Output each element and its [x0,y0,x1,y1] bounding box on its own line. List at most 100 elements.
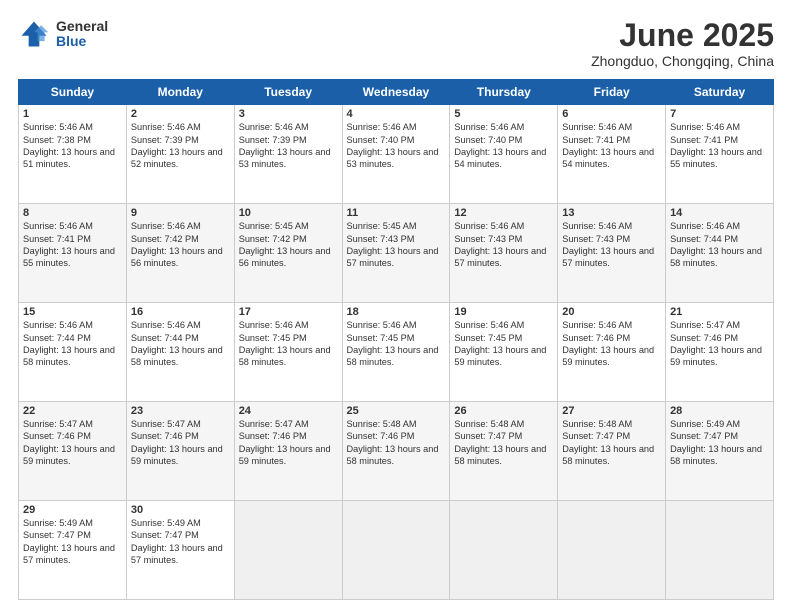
day-number: 20 [562,306,661,318]
day-number: 9 [131,207,230,219]
table-row: 11Sunrise: 5:45 AMSunset: 7:43 PMDayligh… [342,204,450,303]
day-number: 2 [131,108,230,120]
col-sunday: Sunday [19,80,127,105]
location: Zhongduo, Chongqing, China [591,53,774,69]
table-row: 17 Sunrise: 5:46 AMSunset: 7:45 PMDayligh… [234,303,342,402]
table-row: 18 Sunrise: 5:46 AMSunset: 7:45 PMDayligh… [342,303,450,402]
cell-info: Sunrise: 5:46 AMSunset: 7:44 PMDaylight:… [131,320,223,367]
cell-info: Sunrise: 5:48 AMSunset: 7:46 PMDaylight:… [347,419,439,466]
day-number: 29 [23,504,122,516]
table-row: 13 Sunrise: 5:46 AMSunset: 7:43 PMDayligh… [558,204,666,303]
cell-info: Sunrise: 5:46 AMSunset: 7:41 PMDaylight:… [562,122,654,169]
calendar-week-1: 1 Sunrise: 5:46 AMSunset: 7:38 PMDaylight… [19,105,774,204]
day-number: 13 [562,207,661,219]
day-number: 8 [23,207,122,219]
cell-info: Sunrise: 5:46 AMSunset: 7:38 PMDaylight:… [23,122,115,169]
col-monday: Monday [126,80,234,105]
cell-info: Sunrise: 5:46 AMSunset: 7:41 PMDaylight:… [670,122,762,169]
header: General Blue June 2025 Zhongduo, Chongqi… [18,18,774,69]
table-row: 30Sunrise: 5:49 AMSunset: 7:47 PMDayligh… [126,501,234,600]
table-row: 5 Sunrise: 5:46 AMSunset: 7:40 PMDaylight… [450,105,558,204]
cell-info: Sunrise: 5:46 AMSunset: 7:43 PMDaylight:… [562,221,654,268]
day-number: 17 [239,306,338,318]
calendar-week-2: 8 Sunrise: 5:46 AMSunset: 7:41 PMDaylight… [19,204,774,303]
cell-info: Sunrise: 5:47 AMSunset: 7:46 PMDaylight:… [239,419,331,466]
col-thursday: Thursday [450,80,558,105]
day-number: 1 [23,108,122,120]
cell-info: Sunrise: 5:49 AMSunset: 7:47 PMDaylight:… [131,518,223,565]
day-number: 28 [670,405,769,417]
logo-icon [18,18,50,50]
cell-info: Sunrise: 5:46 AMSunset: 7:41 PMDaylight:… [23,221,115,268]
day-number: 10 [239,207,338,219]
table-row: 24 Sunrise: 5:47 AMSunset: 7:46 PMDayligh… [234,402,342,501]
table-row: 12 Sunrise: 5:46 AMSunset: 7:43 PMDayligh… [450,204,558,303]
title-block: June 2025 Zhongduo, Chongqing, China [591,18,774,69]
day-number: 25 [347,405,446,417]
cell-info: Sunrise: 5:46 AMSunset: 7:43 PMDaylight:… [454,221,546,268]
table-row: 16 Sunrise: 5:46 AMSunset: 7:44 PMDayligh… [126,303,234,402]
table-row [666,501,774,600]
table-row: 15 Sunrise: 5:46 AMSunset: 7:44 PMDayligh… [19,303,127,402]
day-number: 27 [562,405,661,417]
cell-info: Sunrise: 5:46 AMSunset: 7:42 PMDaylight:… [131,221,223,268]
page: General Blue June 2025 Zhongduo, Chongqi… [0,0,792,612]
col-wednesday: Wednesday [342,80,450,105]
day-number: 14 [670,207,769,219]
cell-info: Sunrise: 5:46 AMSunset: 7:39 PMDaylight:… [131,122,223,169]
table-row: 25 Sunrise: 5:48 AMSunset: 7:46 PMDayligh… [342,402,450,501]
day-number: 19 [454,306,553,318]
table-row: 6 Sunrise: 5:46 AMSunset: 7:41 PMDaylight… [558,105,666,204]
cell-info: Sunrise: 5:46 AMSunset: 7:46 PMDaylight:… [562,320,654,367]
col-friday: Friday [558,80,666,105]
day-number: 18 [347,306,446,318]
table-row: 27 Sunrise: 5:48 AMSunset: 7:47 PMDayligh… [558,402,666,501]
table-row [342,501,450,600]
day-number: 12 [454,207,553,219]
cell-info: Sunrise: 5:46 AMSunset: 7:40 PMDaylight:… [454,122,546,169]
table-row: 20 Sunrise: 5:46 AMSunset: 7:46 PMDayligh… [558,303,666,402]
day-number: 26 [454,405,553,417]
table-row: 22Sunrise: 5:47 AMSunset: 7:46 PMDayligh… [19,402,127,501]
cell-info: Sunrise: 5:47 AMSunset: 7:46 PMDaylight:… [131,419,223,466]
table-row: 29Sunrise: 5:49 AMSunset: 7:47 PMDayligh… [19,501,127,600]
table-row: 21Sunrise: 5:47 AMSunset: 7:46 PMDayligh… [666,303,774,402]
day-number: 24 [239,405,338,417]
day-number: 15 [23,306,122,318]
cell-info: Sunrise: 5:47 AMSunset: 7:46 PMDaylight:… [23,419,115,466]
col-tuesday: Tuesday [234,80,342,105]
col-saturday: Saturday [666,80,774,105]
cell-info: Sunrise: 5:46 AMSunset: 7:45 PMDaylight:… [239,320,331,367]
day-number: 6 [562,108,661,120]
cell-info: Sunrise: 5:49 AMSunset: 7:47 PMDaylight:… [670,419,762,466]
logo: General Blue [18,18,108,50]
day-number: 16 [131,306,230,318]
day-number: 3 [239,108,338,120]
month-title: June 2025 [591,18,774,53]
table-row: 26Sunrise: 5:48 AMSunset: 7:47 PMDayligh… [450,402,558,501]
cell-info: Sunrise: 5:45 AMSunset: 7:42 PMDaylight:… [239,221,331,268]
table-row: 10 Sunrise: 5:45 AMSunset: 7:42 PMDayligh… [234,204,342,303]
day-number: 11 [347,207,446,219]
table-row: 9 Sunrise: 5:46 AMSunset: 7:42 PMDaylight… [126,204,234,303]
calendar-week-5: 29 Sunrise: 5:49 AMSunset: 7:47 PMDayligh… [19,501,774,600]
logo-text: General Blue [56,19,108,50]
table-row [234,501,342,600]
cell-info: Sunrise: 5:46 AMSunset: 7:40 PMDaylight:… [347,122,439,169]
day-number: 21 [670,306,769,318]
table-row: 23Sunrise: 5:47 AMSunset: 7:46 PMDayligh… [126,402,234,501]
day-number: 5 [454,108,553,120]
logo-blue: Blue [56,34,108,49]
table-row: 2 Sunrise: 5:46 AMSunset: 7:39 PMDaylight… [126,105,234,204]
table-row: 19Sunrise: 5:46 AMSunset: 7:45 PMDayligh… [450,303,558,402]
calendar-table: Sunday Monday Tuesday Wednesday Thursday… [18,79,774,600]
cell-info: Sunrise: 5:46 AMSunset: 7:39 PMDaylight:… [239,122,331,169]
cell-info: Sunrise: 5:48 AMSunset: 7:47 PMDaylight:… [562,419,654,466]
cell-info: Sunrise: 5:46 AMSunset: 7:44 PMDaylight:… [23,320,115,367]
day-number: 7 [670,108,769,120]
table-row [450,501,558,600]
table-row: 8 Sunrise: 5:46 AMSunset: 7:41 PMDaylight… [19,204,127,303]
calendar-week-3: 15 Sunrise: 5:46 AMSunset: 7:44 PMDayligh… [19,303,774,402]
table-row: 1 Sunrise: 5:46 AMSunset: 7:38 PMDaylight… [19,105,127,204]
cell-info: Sunrise: 5:46 AMSunset: 7:45 PMDaylight:… [347,320,439,367]
